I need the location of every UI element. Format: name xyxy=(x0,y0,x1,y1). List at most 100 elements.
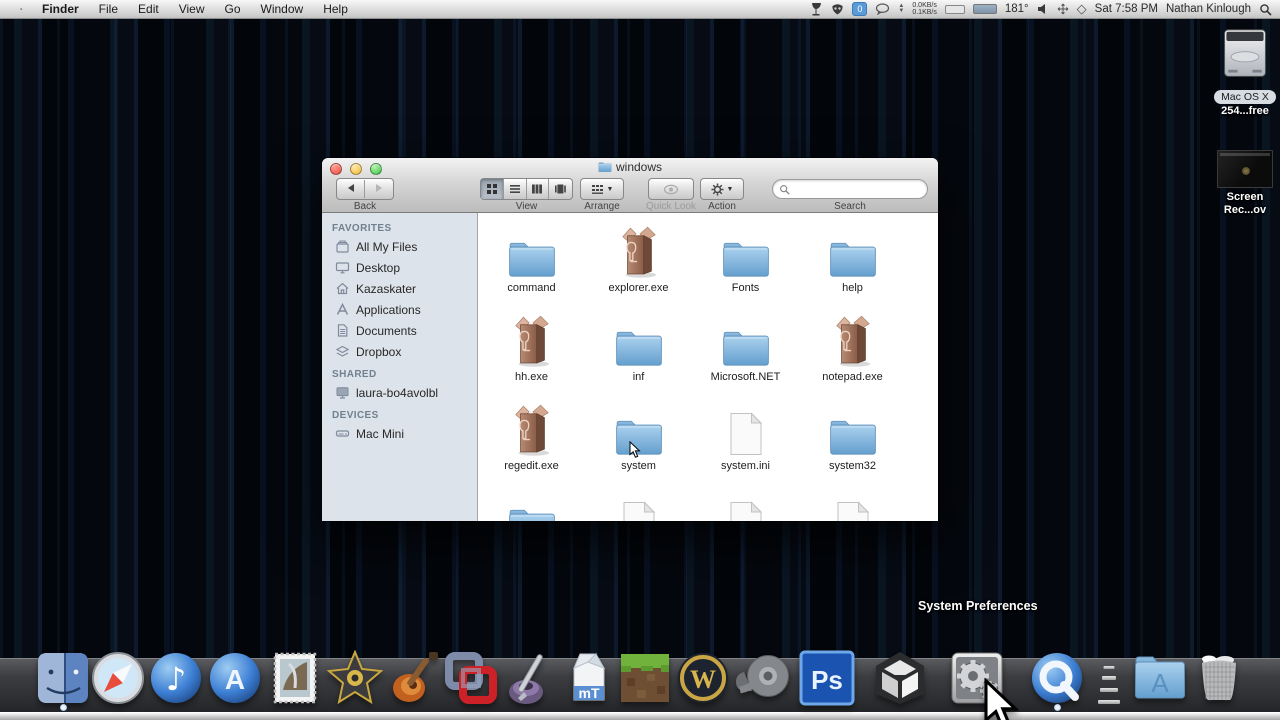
file-system[interactable]: system xyxy=(585,402,692,491)
file-hh-exe[interactable]: hh.exe xyxy=(478,313,585,402)
sidebar-item-desktop[interactable]: Desktop xyxy=(322,257,477,278)
dock-trash[interactable] xyxy=(1192,650,1248,706)
dock-garageband[interactable] xyxy=(387,650,443,706)
back-arrow-icon xyxy=(347,184,354,192)
menu-edit[interactable]: Edit xyxy=(128,0,169,19)
menu-go[interactable]: Go xyxy=(215,0,251,19)
mail-stamp-icon xyxy=(273,652,317,704)
spaces-diamond-icon[interactable]: ◇ xyxy=(1077,1,1087,17)
menu-help[interactable]: Help xyxy=(313,0,358,19)
file-partial-doc[interactable] xyxy=(799,491,906,521)
dock-world-of-warcraft[interactable]: W xyxy=(675,650,731,706)
dock-applications-folder[interactable]: A xyxy=(1132,650,1188,706)
imovie-icon xyxy=(327,650,383,705)
sidebar-item-shared-computer[interactable]: laura-bo4avolbl xyxy=(322,382,477,403)
file-help[interactable]: help xyxy=(799,224,906,313)
dock-imovie[interactable] xyxy=(327,650,383,706)
file-regedit-exe[interactable]: regedit.exe xyxy=(478,402,585,491)
window-header[interactable]: windows Back View ▼ Arrange Quick Look ▼… xyxy=(322,158,938,213)
back-forward-control[interactable] xyxy=(336,178,394,200)
file-explorer-exe[interactable]: explorer.exe xyxy=(585,224,692,313)
search-input[interactable] xyxy=(772,179,928,199)
chat-bubble-icon[interactable] xyxy=(875,3,890,15)
fast-user-switch[interactable]: Nathan Kinlough xyxy=(1166,3,1251,15)
menubar-clock[interactable]: Sat 7:58 PM xyxy=(1095,3,1158,15)
sidebar-item-documents[interactable]: Documents xyxy=(322,320,477,341)
app-store-icon: A xyxy=(210,653,260,703)
file-system32[interactable]: system32 xyxy=(799,402,906,491)
svg-text:mT: mT xyxy=(579,685,600,701)
sidebar-item-mac-mini[interactable]: Mac Mini xyxy=(322,423,477,444)
file-microsoft-net[interactable]: Microsoft.NET xyxy=(692,313,799,402)
icon-view-icon xyxy=(486,184,497,194)
dock-quicktime[interactable] xyxy=(1029,650,1085,706)
drive-free-space: 254...free xyxy=(1221,105,1269,117)
dock-pages[interactable] xyxy=(502,650,558,706)
window-title: windows xyxy=(322,160,938,174)
dock-safari[interactable] xyxy=(90,650,146,706)
menu-file[interactable]: File xyxy=(89,0,128,19)
file-partial-folder[interactable] xyxy=(478,491,585,521)
updown-arrows-icon[interactable]: ▲ ▼ xyxy=(898,3,904,14)
unity-icon xyxy=(876,652,924,704)
spotlight-search-icon[interactable] xyxy=(1259,3,1272,16)
dock-mail[interactable] xyxy=(267,650,323,706)
quick-look-button[interactable] xyxy=(648,178,694,200)
menu-finder[interactable]: Finder xyxy=(32,0,89,19)
dock-minecraft[interactable] xyxy=(617,650,673,706)
view-icons-button[interactable] xyxy=(481,179,504,199)
file-fonts[interactable]: Fonts xyxy=(692,224,799,313)
file-partial-doc[interactable] xyxy=(585,491,692,521)
dock-finder[interactable] xyxy=(35,650,91,706)
apple-menu[interactable] xyxy=(10,1,32,17)
back-button[interactable] xyxy=(337,180,366,198)
sidebar-item-home[interactable]: Kazaskater xyxy=(322,278,477,299)
volume-icon[interactable] xyxy=(1037,3,1049,15)
file-command[interactable]: command xyxy=(478,224,585,313)
battery-icon[interactable] xyxy=(944,4,965,14)
file-grid: command explorer.exe Fonts help hh.exe i… xyxy=(478,213,938,521)
steam-icon xyxy=(736,655,789,697)
file-partial-doc[interactable] xyxy=(692,491,799,521)
dock-app-store[interactable]: A xyxy=(207,650,263,706)
memory-meter-icon[interactable] xyxy=(972,4,997,14)
forward-button[interactable] xyxy=(365,180,393,198)
dock-photoshop[interactable]: Ps xyxy=(799,650,855,706)
mouse-cursor-icon xyxy=(972,678,1028,720)
action-button[interactable]: ▼ xyxy=(700,178,744,200)
folder-icon xyxy=(507,239,557,279)
counter-badge[interactable]: 0 xyxy=(852,2,868,16)
temperature-readout[interactable]: 181° xyxy=(1005,3,1029,15)
sidebar-item-all-my-files[interactable]: All My Files xyxy=(322,236,477,257)
sidebar-item-applications[interactable]: Applications xyxy=(322,299,477,320)
view-control[interactable] xyxy=(480,178,573,200)
dock-vmware-fusion[interactable] xyxy=(443,650,499,706)
desktop-icon-screen-recording[interactable]: Screen Rec...ov xyxy=(1212,150,1278,217)
view-coverflow-button[interactable] xyxy=(549,179,572,199)
menu-view[interactable]: View xyxy=(169,0,215,19)
dock-unity[interactable] xyxy=(872,650,928,706)
dock-steam[interactable] xyxy=(734,650,790,706)
folder-icon xyxy=(507,506,557,521)
view-columns-button[interactable] xyxy=(527,179,550,199)
wine-status-icon[interactable] xyxy=(810,2,823,17)
dock-itunes[interactable]: ♪ xyxy=(148,650,204,706)
menu-window[interactable]: Window xyxy=(251,0,314,19)
file-system-ini[interactable]: system.ini xyxy=(692,402,799,491)
mask-status-icon[interactable] xyxy=(831,3,844,16)
network-speed[interactable]: 0.0KB/s 0.1KB/s xyxy=(912,2,937,16)
file-inf[interactable]: inf xyxy=(585,313,692,402)
view-list-button[interactable] xyxy=(504,179,527,199)
file-notepad-exe[interactable]: notepad.exe xyxy=(799,313,906,402)
move-crosshair-icon[interactable] xyxy=(1057,3,1069,15)
desktop-icon-macosx-drive[interactable]: Mac OS X 254...free xyxy=(1212,26,1278,118)
movie-thumbnail-icon xyxy=(1217,150,1273,188)
search-icon xyxy=(780,184,790,195)
net-down: 0.1KB/s xyxy=(912,9,937,16)
sidebar-item-dropbox[interactable]: Dropbox xyxy=(322,341,477,362)
itunes-icon: ♪ xyxy=(151,653,201,703)
dock-system-preferences[interactable] xyxy=(949,650,1005,706)
arrange-button[interactable]: ▼ xyxy=(580,178,624,200)
dock-milk-carton-app[interactable]: mT xyxy=(560,650,616,706)
folder-icon xyxy=(721,239,771,279)
